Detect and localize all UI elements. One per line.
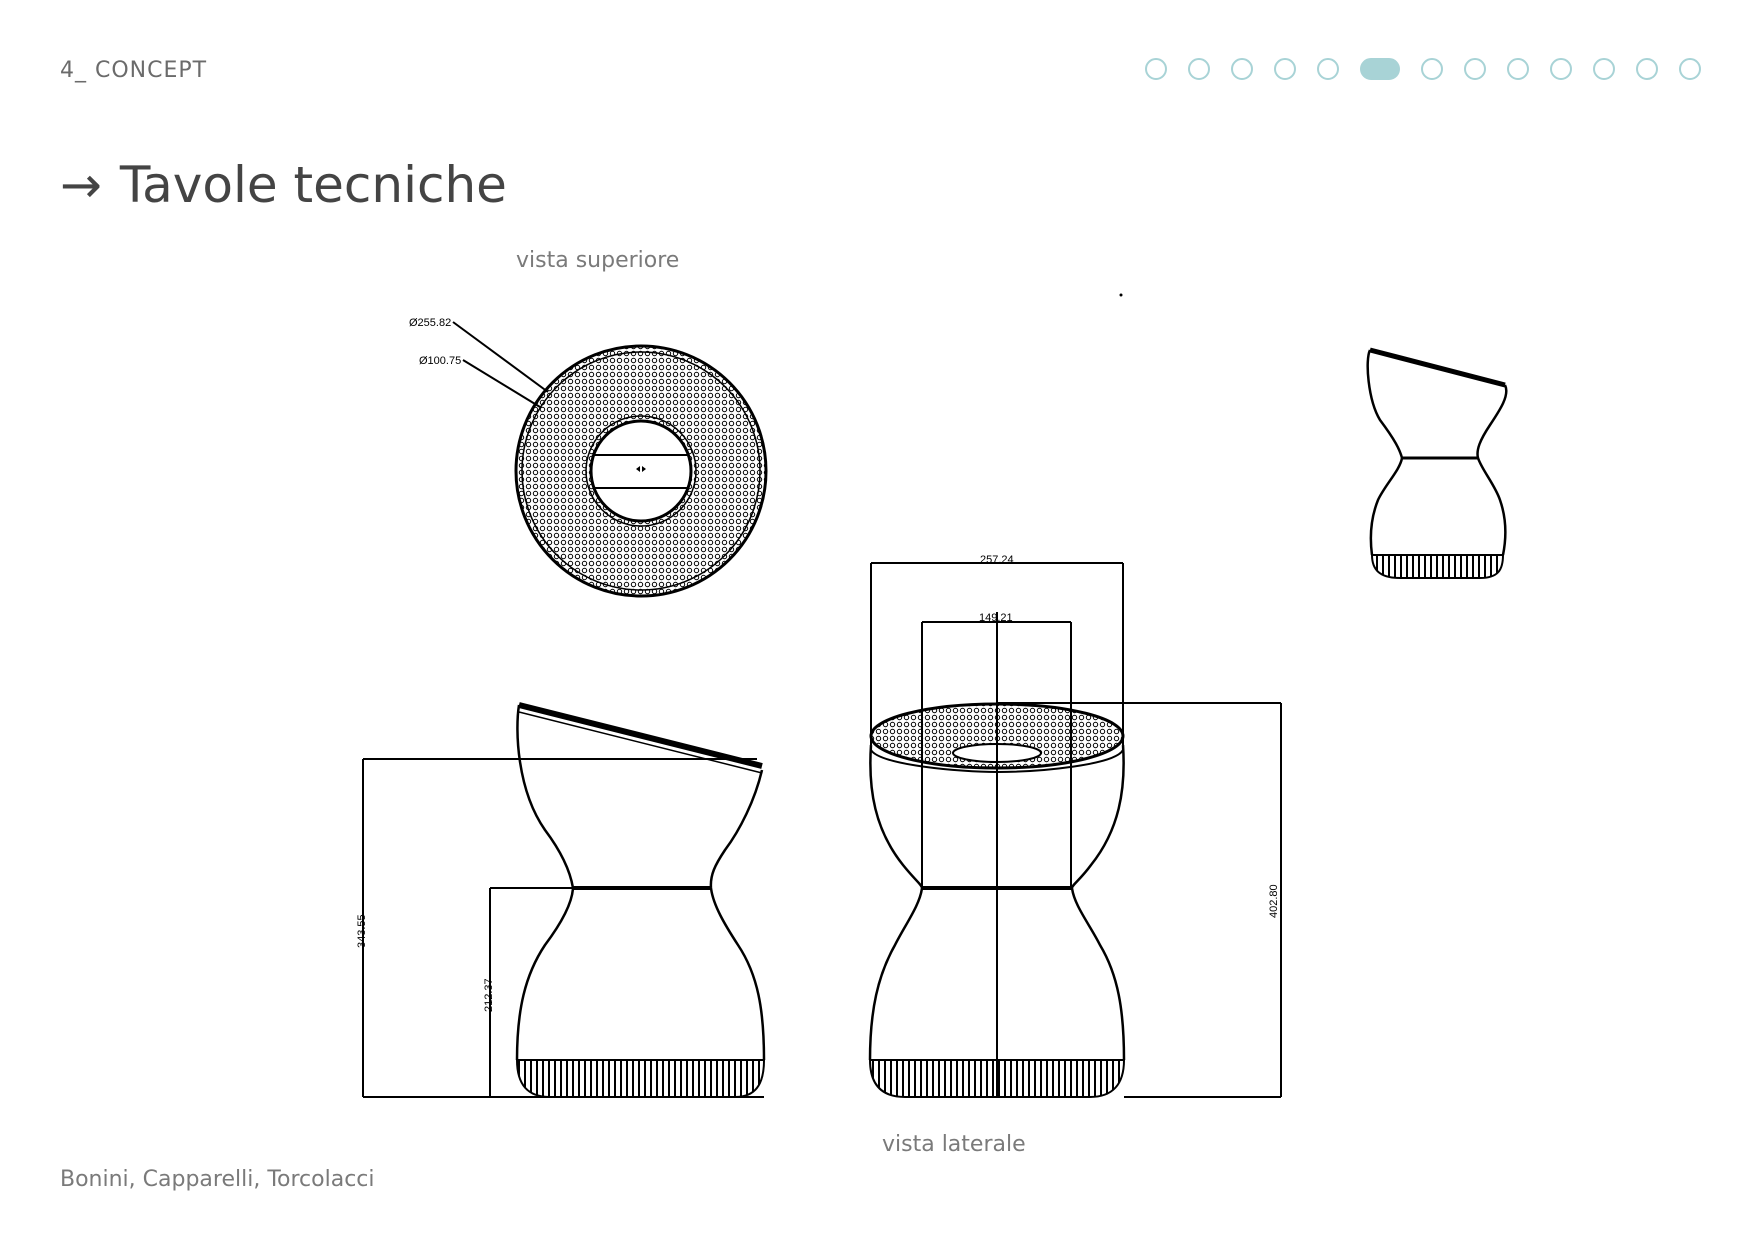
top-width-dim: 257.24 [980,554,1014,566]
waist-height-dim: 212.37 [483,978,495,1012]
side-view-right-drawing: 257.24 149.21 402.80 [868,554,1282,1098]
outer-diameter-dim: Ø255.82 [409,317,451,329]
side-view-left-drawing: 343.55 212.37 [356,702,766,1098]
seat-height-dim: 343.55 [356,914,368,948]
footer-authors: Bonini, Capparelli, Torcolacci [60,1167,375,1192]
top-view-drawing: Ø255.82 Ø100.75 [409,317,768,598]
technical-drawing: Ø255.82 Ø100.75 343.55 212.37 257.24 149… [356,293,1508,1098]
inner-width-dim: 149.21 [979,612,1013,624]
perspective-view-drawing [1366,347,1508,579]
total-height-dim: 402.80 [1268,884,1280,918]
inner-diameter-dim: Ø100.75 [419,355,461,367]
